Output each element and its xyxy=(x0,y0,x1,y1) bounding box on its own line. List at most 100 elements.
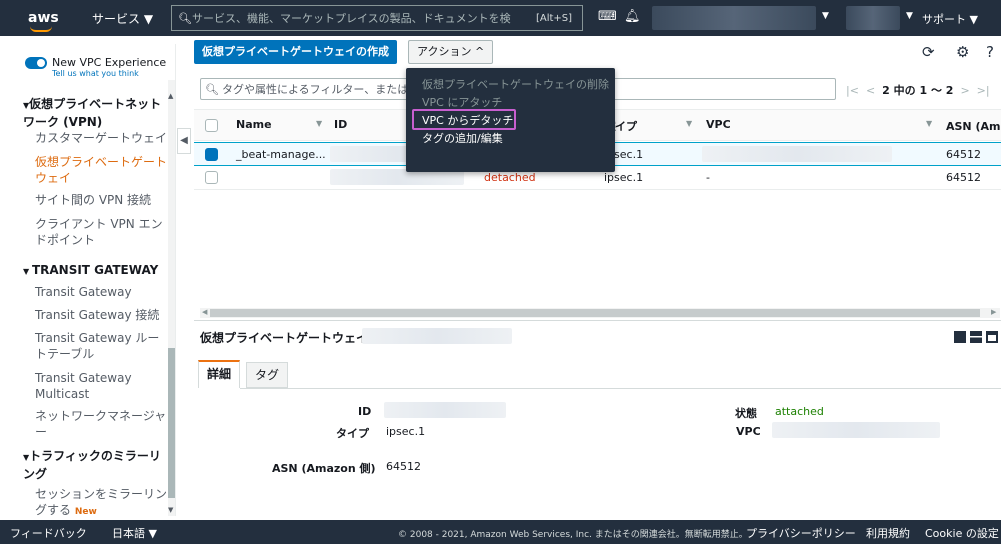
sidebar-item-customer-gateway[interactable]: カスタマーゲートウェイ xyxy=(35,130,167,146)
search-icon: 🔍︎ xyxy=(178,11,192,25)
sort-caret-icon[interactable]: ▼ xyxy=(926,119,932,128)
sidebar-scroll-down-icon[interactable]: ▼ xyxy=(168,506,173,514)
sidebar-scrollbar-thumb[interactable] xyxy=(168,348,175,498)
help-icon[interactable]: ? xyxy=(986,44,994,60)
footer: フィードバック 日本語 ▼ © 2008 - 2021, Amazon Web … xyxy=(0,520,1001,544)
toggle-switch-icon[interactable] xyxy=(25,56,47,69)
footer-terms-link[interactable]: 利用規約 xyxy=(866,525,910,541)
field-value-asn: 64512 xyxy=(386,460,421,473)
sidebar-scroll-up-icon[interactable]: ▲ xyxy=(168,92,173,100)
footer-feedback-link[interactable]: フィードバック xyxy=(10,525,87,541)
new-vpc-experience-toggle[interactable]: New VPC Experience xyxy=(25,56,166,69)
row-vpc: - xyxy=(706,171,710,184)
sidebar-item-transit-gateway-route-tables[interactable]: Transit Gateway ルートテーブル xyxy=(35,330,167,362)
row-vpc-redacted xyxy=(702,146,892,162)
sidebar-item-mirror-sessions[interactable]: セッションをミラーリングする New xyxy=(35,486,167,516)
account-menu[interactable] xyxy=(652,6,816,30)
sort-caret-icon[interactable]: ▼ xyxy=(316,119,322,128)
region-menu[interactable] xyxy=(846,6,900,30)
field-label-state: 状態 xyxy=(735,407,757,420)
create-virtual-private-gateway-button[interactable]: 仮想プライベートゲートウェイの作成 xyxy=(194,40,397,64)
footer-cookie-link[interactable]: Cookie の設定 xyxy=(925,525,999,541)
field-value-type: ipsec.1 xyxy=(386,425,426,438)
global-search-box[interactable]: 🔍︎ [Alt+S] xyxy=(171,5,583,31)
page-range-text: 2 中の 1 ～ 2 xyxy=(882,84,954,97)
field-value-vpc-redacted[interactable] xyxy=(772,422,940,438)
footer-copyright: © 2008 - 2021, Amazon Web Services, Inc.… xyxy=(398,530,748,540)
field-label-type: タイプ xyxy=(336,427,369,440)
region-caret-icon: ▼ xyxy=(906,11,913,21)
prev-page-icon[interactable]: < xyxy=(866,84,875,97)
first-page-icon[interactable]: |< xyxy=(846,84,859,97)
sidebar-section-transit-gateway[interactable]: ▼ TRANSIT GATEWAY xyxy=(23,262,163,280)
sidebar-item-mirror-sessions-label: セッションをミラーリングする xyxy=(35,487,168,516)
field-label-vpc: VPC xyxy=(736,425,761,438)
menu-item-delete-gateway[interactable]: 仮想プライベートゲートウェイの削除 xyxy=(422,76,609,92)
column-header-id[interactable]: ID xyxy=(334,118,347,131)
sidebar-section-vpn-label: 仮想プライベートネットワーク (VPN) xyxy=(23,97,162,129)
aws-smile-icon xyxy=(30,26,52,32)
vpc-feedback-link[interactable]: Tell us what you think xyxy=(52,69,139,78)
row-type: ipsec.1 xyxy=(604,171,644,184)
row-checkbox[interactable] xyxy=(205,171,218,184)
panel-layout-split-icon[interactable] xyxy=(970,331,982,343)
panel-layout-min-icon[interactable] xyxy=(986,331,998,343)
support-menu[interactable]: サポート ▼ xyxy=(922,11,978,27)
sidebar-section-vpn[interactable]: ▼仮想プライベートネットワーク (VPN) xyxy=(23,96,163,130)
field-label-id: ID xyxy=(358,405,372,418)
terminal-icon[interactable]: ⌨ xyxy=(598,10,617,24)
search-icon: 🔍︎ xyxy=(205,82,219,96)
footer-privacy-link[interactable]: プライバシーポリシー xyxy=(746,525,856,541)
sidebar-item-network-manager[interactable]: ネットワークマネージャー xyxy=(35,408,167,440)
sidebar-collapse-button[interactable]: ◀ xyxy=(177,128,191,154)
tab-details[interactable]: 詳細 xyxy=(198,360,240,388)
sidebar-section-tgw-label: TRANSIT GATEWAY xyxy=(31,263,159,277)
footer-language-selector[interactable]: 日本語 ▼ xyxy=(112,525,157,541)
new-badge: New xyxy=(74,507,97,516)
menu-item-attach-vpc[interactable]: VPC にアタッチ xyxy=(422,94,502,110)
sidebar-item-transit-gateway-attachments[interactable]: Transit Gateway 接続 xyxy=(35,307,167,323)
field-label-asn: ASN (Amazon 側) xyxy=(272,462,376,475)
select-all-checkbox[interactable] xyxy=(205,119,218,132)
scroll-right-icon[interactable]: ▶ xyxy=(991,308,996,316)
sort-caret-icon[interactable]: ▼ xyxy=(686,119,692,128)
sidebar-item-transit-gateway-multicast[interactable]: Transit Gateway Multicast xyxy=(35,370,167,402)
aws-logo[interactable]: aws xyxy=(28,10,72,32)
sidebar-item-client-vpn[interactable]: クライアント VPN エンドポイント xyxy=(35,216,167,248)
sidebar-item-site-to-site-vpn[interactable]: サイト間の VPN 接続 xyxy=(35,192,167,208)
field-value-id-redacted xyxy=(384,402,506,418)
next-page-icon[interactable]: > xyxy=(960,84,969,97)
bell-icon[interactable]: 🔔︎ xyxy=(624,10,641,24)
search-shortcut-hint: [Alt+S] xyxy=(535,12,573,24)
row-asn: 64512 xyxy=(946,148,981,161)
refresh-icon[interactable]: ⟳ xyxy=(922,44,935,60)
row-checkbox[interactable] xyxy=(205,148,218,161)
table-horizontal-scrollbar-thumb[interactable] xyxy=(210,309,980,317)
highlight-box xyxy=(412,109,516,130)
services-menu[interactable]: サービス ▼ xyxy=(92,10,153,27)
column-header-vpc[interactable]: VPC xyxy=(706,118,731,131)
sidebar-item-virtual-private-gateway[interactable]: 仮想プライベートゲートウェイ xyxy=(35,154,167,186)
actions-button[interactable]: アクション ^ xyxy=(408,40,494,64)
panel-layout-full-icon[interactable] xyxy=(954,331,966,343)
global-search-input[interactable] xyxy=(191,11,532,25)
scroll-left-icon[interactable]: ◀ xyxy=(202,308,207,316)
aws-logo-text: aws xyxy=(28,10,59,26)
row-asn: 64512 xyxy=(946,171,981,184)
section-caret-icon: ▼ xyxy=(23,267,32,276)
last-page-icon[interactable]: >| xyxy=(977,84,990,97)
tab-tags[interactable]: タグ xyxy=(246,362,288,388)
details-panel-title: 仮想プライベートゲートウェイ: xyxy=(200,331,373,345)
panel-splitter[interactable] xyxy=(194,320,1001,321)
account-caret-icon: ▼ xyxy=(822,11,829,21)
row-state: detached xyxy=(484,171,536,184)
sidebar: New VPC Experience Tell us what you thin… xyxy=(8,44,176,516)
sidebar-section-traffic-mirroring[interactable]: ▼トラフィックのミラーリング xyxy=(23,448,163,482)
column-header-asn[interactable]: ASN (Amazon 側) xyxy=(946,118,1001,134)
field-value-state: attached xyxy=(775,405,824,418)
menu-item-edit-tags[interactable]: タグの追加/編集 xyxy=(422,130,503,146)
sidebar-section-mirror-label: トラフィックのミラーリング xyxy=(23,449,161,481)
column-header-name[interactable]: Name xyxy=(236,118,272,131)
sidebar-item-transit-gateway[interactable]: Transit Gateway xyxy=(35,284,167,300)
gear-icon[interactable]: ⚙ xyxy=(956,44,969,60)
